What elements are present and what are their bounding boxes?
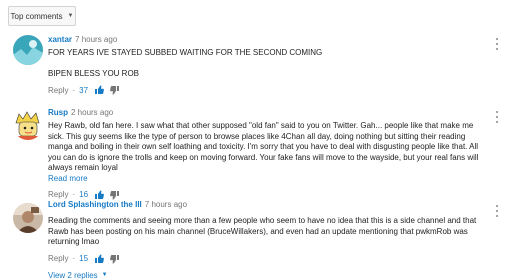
like-count: 16 (79, 190, 89, 199)
separator: · (72, 190, 76, 199)
comment-actions: Reply · 16 (48, 189, 488, 201)
comment-actions: Reply · 15 (48, 253, 488, 265)
comment-author[interactable]: xantar (48, 35, 72, 44)
separator: · (72, 254, 76, 263)
reply-button[interactable]: Reply (48, 254, 68, 263)
thumb-down-icon[interactable] (110, 254, 120, 264)
thumb-up-icon[interactable] (94, 254, 104, 264)
avatar-image (13, 35, 43, 65)
comment-paragraph: Hey Rawb, old fan here. I saw what that … (48, 121, 479, 172)
more-vert-icon[interactable] (495, 38, 499, 50)
avatar[interactable] (13, 110, 43, 140)
comment-time[interactable]: 7 hours ago (75, 35, 117, 44)
like-count: 37 (79, 85, 89, 95)
comment-paragraph: FOR YEARS IVE STAYED SUBBED WAITING FOR … (48, 48, 323, 57)
avatar[interactable] (13, 35, 43, 65)
avatar-image (13, 110, 43, 140)
comment-paragraph: BIPEN BLESS YOU ROB (48, 68, 139, 78)
thumb-up-icon[interactable] (94, 85, 104, 95)
comment-time[interactable]: 7 hours ago (145, 200, 187, 209)
comment-text: Reading the comments and seeing more tha… (48, 216, 488, 248)
like-count: 15 (79, 254, 89, 263)
comment-actions: Reply · 37 (48, 84, 488, 96)
more-vert-icon[interactable] (495, 205, 499, 217)
avatar[interactable] (13, 203, 43, 233)
reply-button[interactable]: Reply (48, 190, 68, 199)
comment-header: Rusp 2 hours ago (48, 108, 488, 118)
view-replies-button[interactable]: View 2 replies ▼ (48, 271, 488, 280)
chevron-down-icon: ▼ (101, 272, 108, 278)
comment-author[interactable]: Lord Splashington the III (48, 200, 142, 209)
view-replies-label: View 2 replies (48, 270, 98, 280)
sort-comments-dropdown[interactable]: Top comments ▼ (8, 6, 76, 26)
comment-time[interactable]: 2 hours ago (71, 108, 113, 117)
avatar-image (13, 203, 43, 233)
comment-header: Lord Splashington the III 7 hours ago (48, 200, 488, 210)
comment-paragraph: Reading the comments and seeing more tha… (48, 216, 477, 246)
thumb-up-icon[interactable] (94, 190, 104, 200)
thumb-down-icon[interactable] (110, 190, 120, 200)
thumb-down-icon[interactable] (110, 85, 120, 95)
comment-header: xantar 7 hours ago (48, 35, 488, 45)
chevron-down-icon: ▼ (67, 13, 74, 19)
read-more-link[interactable]: Read more (48, 174, 488, 184)
more-vert-icon[interactable] (495, 111, 499, 123)
comment-text: FOR YEARS IVE STAYED SUBBED WAITING FOR … (48, 48, 488, 79)
comment-author[interactable]: Rusp (48, 108, 68, 117)
reply-button[interactable]: Reply (48, 86, 68, 95)
separator: · (72, 85, 76, 95)
comment-text: Hey Rawb, old fan here. I saw what that … (48, 121, 488, 174)
sort-label: Top comments (10, 11, 63, 21)
